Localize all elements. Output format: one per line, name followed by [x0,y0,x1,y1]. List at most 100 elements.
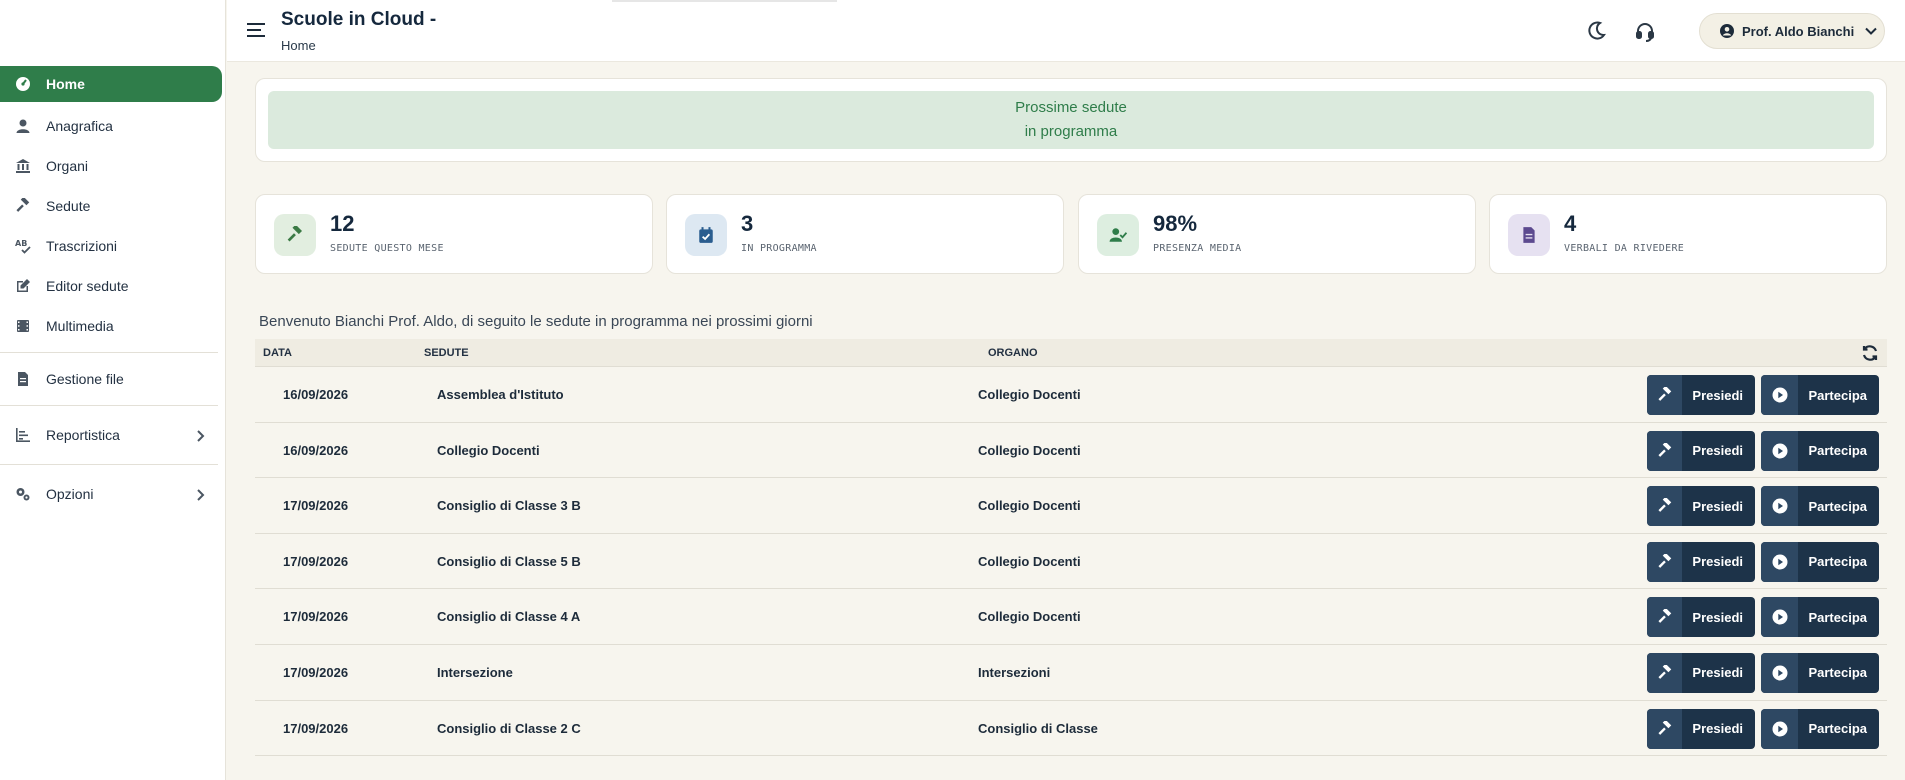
user-menu-button[interactable]: Prof. Aldo Bianchi [1699,13,1885,49]
cell-data: 17/09/2026 [283,720,349,736]
gavel-icon [14,197,32,215]
partecipa-button[interactable]: Partecipa [1761,430,1879,471]
partecipa-button[interactable]: Partecipa [1761,486,1879,527]
gavel-icon [1647,375,1683,415]
dark-mode-moon-icon[interactable] [1585,20,1607,42]
banner-line-1: Prossime sedute [1015,99,1127,116]
presiedi-button[interactable]: Presiedi [1647,486,1755,527]
partecipa-label: Partecipa [1808,443,1867,459]
cell-seduta: Consiglio di Classe 5 B [437,553,581,569]
sidebar-item-label: Anagrafica [46,118,113,134]
presiedi-label: Presiedi [1692,387,1743,403]
dashboard-icon [14,75,32,93]
presiedi-button[interactable]: Presiedi [1647,652,1755,693]
upcoming-banner: Prossime sedute in programma [268,91,1874,149]
cell-data: 16/09/2026 [283,442,349,458]
presiedi-label: Presiedi [1692,665,1743,681]
partecipa-button[interactable]: Partecipa [1761,541,1879,582]
partecipa-label: Partecipa [1808,554,1867,570]
presiedi-button[interactable]: Presiedi [1647,541,1755,582]
sidebar-item-trascrizioni[interactable]: AB Trascrizioni [0,226,222,266]
gavel-icon [1647,430,1683,471]
table-header: DATA SEDUTE ORGANO [255,339,1887,367]
sidebar-item-label: Editor sedute [46,278,129,294]
sidebar-item-label: Gestione file [46,371,124,387]
stat-label: SEDUTE QUESTO MESE [330,243,444,254]
gavel-icon [1647,541,1683,582]
partecipa-button[interactable]: Partecipa [1761,375,1879,415]
chart-icon [14,426,32,444]
cell-organo: Collegio Docenti [978,387,1081,402]
sidebar-item-label: Reportistica [46,427,120,443]
sidebar-item-reportistica[interactable]: Reportistica [0,412,222,458]
sidebar-item-label: Sedute [46,198,91,214]
stat-value: 3 [741,211,754,236]
document-icon [1508,214,1550,256]
presiedi-label: Presiedi [1692,443,1743,459]
cell-data: 16/09/2026 [283,387,349,402]
play-circle-icon [1761,430,1799,471]
upcoming-banner-card: Prossime sedute in programma [255,78,1887,162]
partecipa-button[interactable]: Partecipa [1761,708,1879,749]
cell-organo: Collegio Docenti [978,553,1081,569]
chevron-right-icon [194,488,206,501]
presiedi-label: Presiedi [1692,609,1743,625]
table-row: 17/09/2026 Consiglio di Classe 4 A Colle… [255,589,1887,645]
presiedi-label: Presiedi [1692,554,1743,570]
stat-card-presenza-media: 98% PRESENZA MEDIA [1078,194,1476,274]
play-circle-icon [1761,708,1799,749]
play-circle-icon [1761,486,1799,527]
cell-seduta: Consiglio di Classe 3 B [437,498,581,514]
stat-card-sedute-mese: 12 SEDUTE QUESTO MESE [255,194,653,274]
sidebar-item-label: Multimedia [46,318,114,334]
building-icon [14,157,32,175]
sidebar-item-organi[interactable]: Organi [0,146,222,186]
refresh-icon[interactable] [1861,344,1879,362]
presiedi-button[interactable]: Presiedi [1647,708,1755,749]
chevron-down-icon [1864,24,1878,38]
partecipa-label: Partecipa [1808,387,1867,403]
table-row: 17/09/2026 Consiglio di Classe 5 B Colle… [255,534,1887,590]
app-title: Scuole in Cloud - [281,9,437,30]
sidebar-item-sedute[interactable]: Sedute [0,186,222,226]
partecipa-button[interactable]: Partecipa [1761,652,1879,693]
sidebar-item-editor-sedute[interactable]: Editor sedute [0,266,222,306]
support-headset-icon[interactable] [1634,20,1656,42]
user-name: Prof. Aldo Bianchi [1742,23,1855,39]
stat-label: IN PROGRAMMA [741,243,817,254]
header-tab-indicator [612,0,837,2]
play-circle-icon [1761,597,1799,638]
sidebar: Home Anagrafica Organi Sedute AB Trascri… [0,0,226,780]
sidebar-item-anagrafica[interactable]: Anagrafica [0,106,222,146]
svg-text:AB: AB [15,239,27,248]
user-circle-icon [1720,24,1734,38]
presiedi-button[interactable]: Presiedi [1647,597,1755,638]
partecipa-label: Partecipa [1808,721,1867,737]
stat-value: 4 [1564,211,1577,236]
sidebar-item-gestione-file[interactable]: Gestione file [0,359,222,399]
sidebar-item-label: Home [46,76,85,92]
film-icon [14,317,32,335]
sidebar-divider [0,352,218,353]
cell-organo: Collegio Docenti [978,498,1081,514]
partecipa-button[interactable]: Partecipa [1761,597,1879,638]
presiedi-button[interactable]: Presiedi [1647,375,1755,415]
cell-organo: Collegio Docenti [978,442,1081,458]
column-header-sedute: SEDUTE [424,346,469,359]
sidebar-divider [0,464,218,465]
file-icon [14,370,32,388]
sidebar-item-opzioni[interactable]: Opzioni [0,471,222,517]
sedute-table: DATA SEDUTE ORGANO 16/09/2026 Assemblea … [255,339,1887,757]
sidebar-item-multimedia[interactable]: Multimedia [0,306,222,346]
table-row: 17/09/2026 Consiglio di Classe 2 C Consi… [255,701,1887,757]
menu-toggle-icon[interactable] [247,23,265,37]
sidebar-item-home[interactable]: Home [0,66,222,102]
gavel-icon [1647,597,1683,638]
cell-data: 17/09/2026 [283,609,349,625]
cell-data: 17/09/2026 [283,664,349,680]
cell-organo: Consiglio di Classe [978,720,1098,736]
column-header-organo: ORGANO [988,346,1038,359]
table-row: 17/09/2026 Intersezione Intersezioni Pre… [255,645,1887,701]
edit-icon [14,277,32,295]
presiedi-button[interactable]: Presiedi [1647,430,1755,471]
